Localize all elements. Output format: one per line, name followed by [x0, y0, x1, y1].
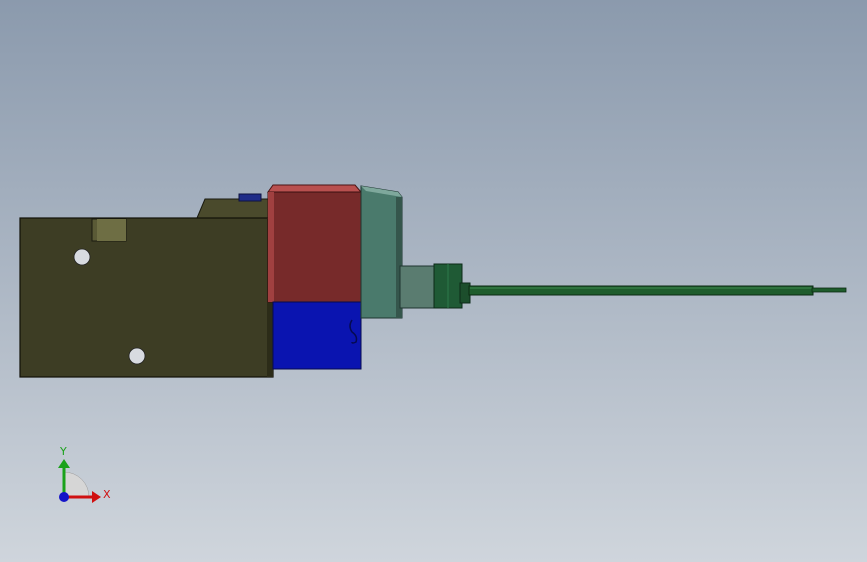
blue-housing[interactable] — [272, 301, 362, 370]
connector-body — [399, 265, 437, 309]
red-housing-edge — [268, 192, 274, 302]
mount-hole-bottom — [128, 347, 146, 365]
blue-housing-face — [272, 301, 362, 370]
x-axis-label: X — [103, 488, 111, 501]
base-slot-inner — [97, 219, 126, 241]
x-axis-arrow — [92, 491, 101, 503]
sensor-head[interactable] — [360, 185, 403, 319]
z-axis-dot — [59, 492, 69, 502]
probe-rod-main — [468, 285, 814, 296]
base-top-block — [196, 198, 269, 219]
probe-rod[interactable] — [468, 285, 847, 296]
red-housing-face — [267, 191, 362, 303]
model-view[interactable]: Y X — [0, 0, 867, 562]
base-block — [19, 217, 274, 378]
connector[interactable] — [399, 263, 471, 309]
red-housing[interactable] — [267, 184, 363, 303]
sensor-head-body — [360, 185, 403, 319]
reference-triad: Y X — [58, 445, 111, 503]
probe-rod-tip — [811, 287, 847, 293]
base-body[interactable] — [19, 193, 274, 378]
y-axis-arrow — [58, 459, 70, 468]
mount-hole-top — [73, 248, 91, 266]
y-axis-label: Y — [59, 445, 67, 458]
red-housing-top — [267, 184, 363, 193]
graphics-viewport[interactable]: Y X — [0, 0, 867, 562]
blue-tab — [238, 193, 262, 202]
triad-arc — [63, 471, 90, 498]
